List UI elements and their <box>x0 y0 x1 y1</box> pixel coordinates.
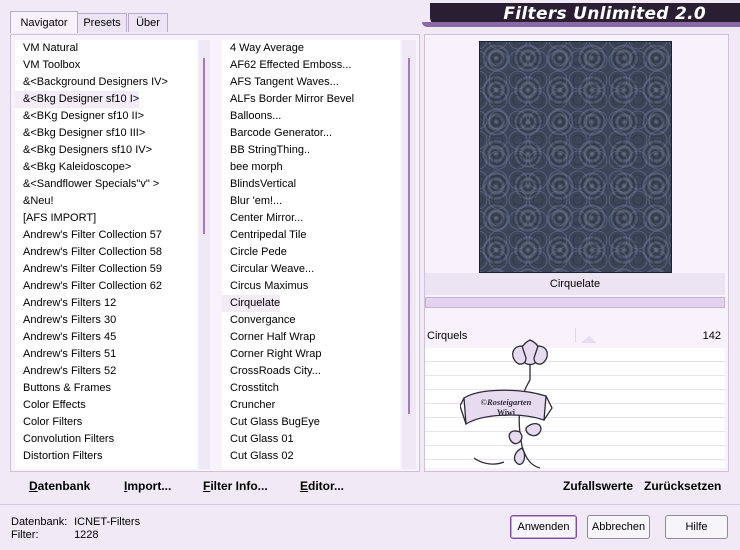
category-list-item[interactable]: Andrew's Filters 12 <box>15 295 116 312</box>
category-list-item[interactable]: &<Bkg Designer sf10 I> <box>15 91 140 108</box>
filter-scroll-thumb[interactable] <box>408 58 410 414</box>
category-list-item[interactable]: &<Bkg Kaleidoscope> <box>15 159 131 176</box>
category-list-item[interactable]: [AFS IMPORT] <box>15 210 96 227</box>
param-value[interactable]: 142 <box>703 330 721 342</box>
apply-button[interactable]: Anwenden <box>510 515 577 539</box>
filter-list-item[interactable]: Barcode Generator... <box>222 125 332 142</box>
category-list-item[interactable]: &<Bkg Designers sf10 IV> <box>15 142 152 159</box>
status-filter-value: 1228 <box>74 529 99 541</box>
category-list-item[interactable]: &<Background Designers IV> <box>15 74 168 91</box>
category-list-item[interactable]: Buttons & Frames <box>15 380 111 397</box>
watermark-image: ©Rosteigarten Wiwi <box>460 339 553 469</box>
category-list-item[interactable]: &<BKg Designer sf10 II> <box>15 108 144 125</box>
category-list-item[interactable]: Andrew's Filter Collection 58 <box>15 244 162 261</box>
filter-list-item[interactable]: Cut Glass BugEye <box>222 414 320 431</box>
filter-list-item[interactable]: AFS Tangent Waves... <box>222 74 339 91</box>
category-list-item[interactable]: Andrew's Filters 51 <box>15 346 116 363</box>
filter-list[interactable]: 4 Way Average AF62 Effected Emboss... AFS … <box>222 40 400 469</box>
filter-list-item[interactable]: Corner Right Wrap <box>222 346 322 363</box>
filter-list-item[interactable]: Blur 'em!... <box>222 193 282 210</box>
status-filter-label: Filter: <box>11 529 39 541</box>
tab-navigator[interactable]: Navigator <box>10 11 78 33</box>
filter-list-item[interactable]: Circular Weave... <box>222 261 314 278</box>
filter-list-item[interactable]: 4 Way Average <box>222 40 304 57</box>
category-list-item[interactable]: Andrew's Filters 52 <box>15 363 116 380</box>
filter-list-item[interactable]: Cirquelate <box>222 295 281 312</box>
param-slider-handle[interactable] <box>581 336 597 343</box>
filter-list-item[interactable]: Center Mirror... <box>222 210 303 227</box>
category-list-item[interactable]: Andrew's Filter Collection 62 <box>15 278 162 295</box>
category-list-item[interactable]: Color Filters <box>15 414 82 431</box>
help-button[interactable]: Hilfe <box>665 515 728 539</box>
filter-list-item[interactable]: Cruncher <box>222 397 275 414</box>
status-database: Datenbank: ICNET-Filters <box>11 516 140 528</box>
status-database-label: Datenbank: <box>11 516 68 528</box>
cancel-button[interactable]: Abbrechen <box>587 515 650 539</box>
category-list-item[interactable]: Distortion Filters <box>15 448 102 465</box>
filter-list-item[interactable]: BB StringThing.. <box>222 142 310 159</box>
title-banner: Filters Unlimited 2.0 <box>422 3 740 27</box>
tab-about[interactable]: Über <box>128 13 168 32</box>
filter-list-item[interactable]: ALFs Border Mirror Bevel <box>222 91 354 108</box>
category-list[interactable]: VM Natural VM Toolbox &<Background Designe… <box>15 40 197 469</box>
filter-name-bar: Cirquelate <box>425 273 725 295</box>
preview-image <box>479 41 672 273</box>
watermark-text-2: Wiwi <box>497 408 516 417</box>
category-list-item[interactable]: Color Effects <box>15 397 86 414</box>
category-list-item[interactable]: VM Natural <box>15 40 78 57</box>
filter-list-item[interactable]: Circle Pede <box>222 244 287 261</box>
filter-list-item[interactable]: Cut Glass 01 <box>222 431 294 448</box>
category-list-item[interactable]: Convolution Filters <box>15 431 114 448</box>
filter-list-item[interactable]: Circus Maximus <box>222 278 308 295</box>
import-button[interactable]: Import... <box>124 479 171 493</box>
editor-button[interactable]: Editor... <box>300 479 344 493</box>
filter-list-item[interactable]: Convergance <box>222 312 295 329</box>
category-list-item[interactable]: &<Bkg Designer sf10 III> <box>15 125 145 142</box>
category-list-item[interactable]: Andrew's Filter Collection 57 <box>15 227 162 244</box>
category-list-item[interactable]: Andrew's Filters 45 <box>15 329 116 346</box>
category-list-item[interactable]: VM Toolbox <box>15 57 80 74</box>
category-list-item[interactable]: Andrew's Filters 30 <box>15 312 116 329</box>
database-button[interactable]: Datenbank <box>29 479 90 493</box>
filter-list-item[interactable]: CrossRoads City... <box>222 363 321 380</box>
status-filter: Filter: 1228 <box>11 529 99 541</box>
filter-list-item[interactable]: Corner Half Wrap <box>222 329 315 346</box>
watermark-text-1: ©Rosteigarten <box>481 397 532 407</box>
filter-name: Cirquelate <box>549 278 601 290</box>
tab-presets[interactable]: Presets <box>77 13 127 32</box>
random-values-button[interactable]: Zufallswerte <box>563 479 633 493</box>
filter-list-item[interactable]: AF62 Effected Emboss... <box>222 57 351 74</box>
filter-scrollbar[interactable] <box>402 40 416 469</box>
category-list-item[interactable]: &Neu! <box>15 193 54 210</box>
app-title: Filters Unlimited 2.0 <box>503 4 706 24</box>
filter-list-item[interactable]: BlindsVertical <box>222 176 296 193</box>
filter-list-item[interactable]: Centripedal Tile <box>222 227 306 244</box>
filter-list-item[interactable]: Cut Glass 02 <box>222 448 294 465</box>
divider <box>0 504 740 505</box>
filter-list-item[interactable]: Balloons... <box>222 108 281 125</box>
category-scroll-thumb[interactable] <box>203 58 205 234</box>
filter-info-button[interactable]: Filter Info... <box>203 479 268 493</box>
filter-list-item[interactable]: bee morph <box>222 159 283 176</box>
reset-button[interactable]: Zurücksetzen <box>644 479 721 493</box>
category-scrollbar[interactable] <box>199 40 210 469</box>
filter-list-item[interactable]: Crosstitch <box>222 380 279 397</box>
category-list-item[interactable]: Andrew's Filter Collection 59 <box>15 261 162 278</box>
param-slider-track[interactable] <box>575 328 576 342</box>
category-list-item[interactable]: &<Sandflower Specials"v" > <box>15 176 159 193</box>
progress-bar <box>425 297 725 308</box>
status-database-value: ICNET-Filters <box>74 516 141 528</box>
